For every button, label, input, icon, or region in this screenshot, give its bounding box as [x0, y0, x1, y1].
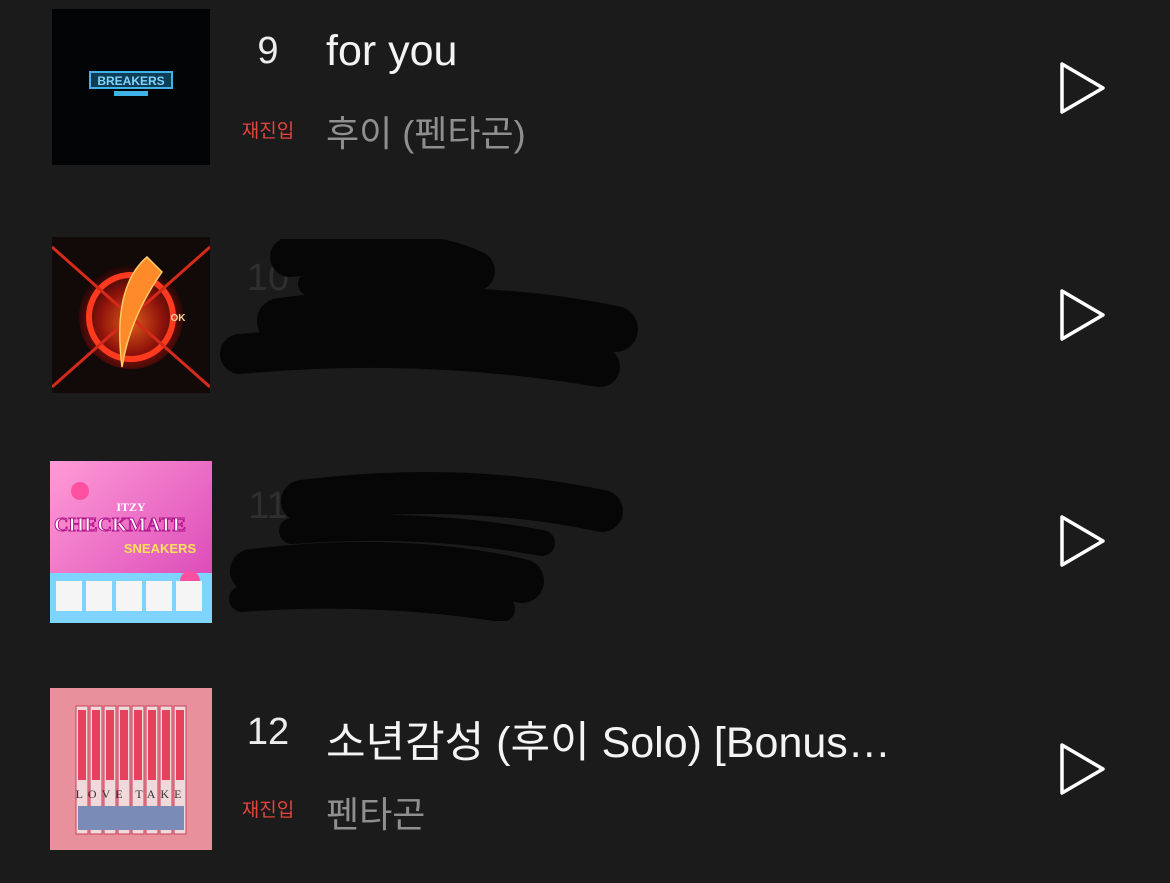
play-icon — [1060, 515, 1105, 567]
cover-text-checkmate: CHECKMATE — [54, 514, 186, 536]
breakers-cover-art: BREAKERS — [52, 9, 210, 165]
album-cover-checkmate[interactable]: ITZY CHECKMATE SNEAKERS — [50, 461, 212, 623]
album-cover-breakers[interactable]: BREAKERS — [52, 9, 210, 165]
song-title[interactable]: 소년감성 (후이 Solo) [Bonus… — [326, 708, 891, 770]
play-button[interactable] — [1056, 59, 1110, 117]
play-button[interactable] — [1056, 512, 1110, 570]
chart-row-11[interactable]: ITZY CHECKMATE SNEAKERS 11 — [0, 461, 1170, 631]
chart-row-12[interactable]: LOVE TAKE 12 재진입 소년감성 (후이 Solo) [Bonus… … — [0, 688, 1170, 858]
album-cover-love-take[interactable]: LOVE TAKE — [50, 688, 212, 850]
rank-number: 9 — [257, 30, 279, 72]
artist-name[interactable]: 펜타곤 — [326, 786, 425, 838]
cover-text-ok: OK — [171, 313, 187, 324]
ok-cover-art: OK — [52, 237, 210, 393]
cover-text-sneakers: SNEAKERS — [124, 541, 197, 556]
play-button[interactable] — [1056, 740, 1110, 798]
play-button[interactable] — [1056, 286, 1110, 344]
love-take-cover-art: LOVE TAKE — [50, 688, 212, 850]
cover-text-itzy: ITZY — [116, 500, 146, 514]
reentry-badge: 재진입 — [241, 121, 295, 142]
play-icon — [1060, 62, 1105, 114]
artist-name[interactable]: 후이 (펜타곤) — [326, 105, 526, 157]
reentry-badge: 재진입 — [241, 800, 295, 821]
album-cover-ok[interactable]: OK — [52, 237, 210, 393]
redaction-scribble — [229, 472, 623, 621]
play-icon — [1060, 743, 1105, 795]
cover-text-breakers: BREAKERS — [97, 74, 164, 88]
checkmate-cover-art: ITZY CHECKMATE SNEAKERS — [50, 461, 212, 623]
redaction-scribble — [220, 239, 638, 387]
cover-text-love-take: LOVE TAKE — [76, 787, 187, 801]
chart-row-9[interactable]: BREAKERS 9 재진입 for you 후이 (펜타곤) — [0, 9, 1170, 179]
chart-row-10[interactable]: OK 10 — [0, 237, 1170, 407]
play-icon — [1060, 289, 1105, 341]
rank-number: 12 — [246, 711, 290, 753]
song-title[interactable]: for you — [326, 27, 457, 76]
